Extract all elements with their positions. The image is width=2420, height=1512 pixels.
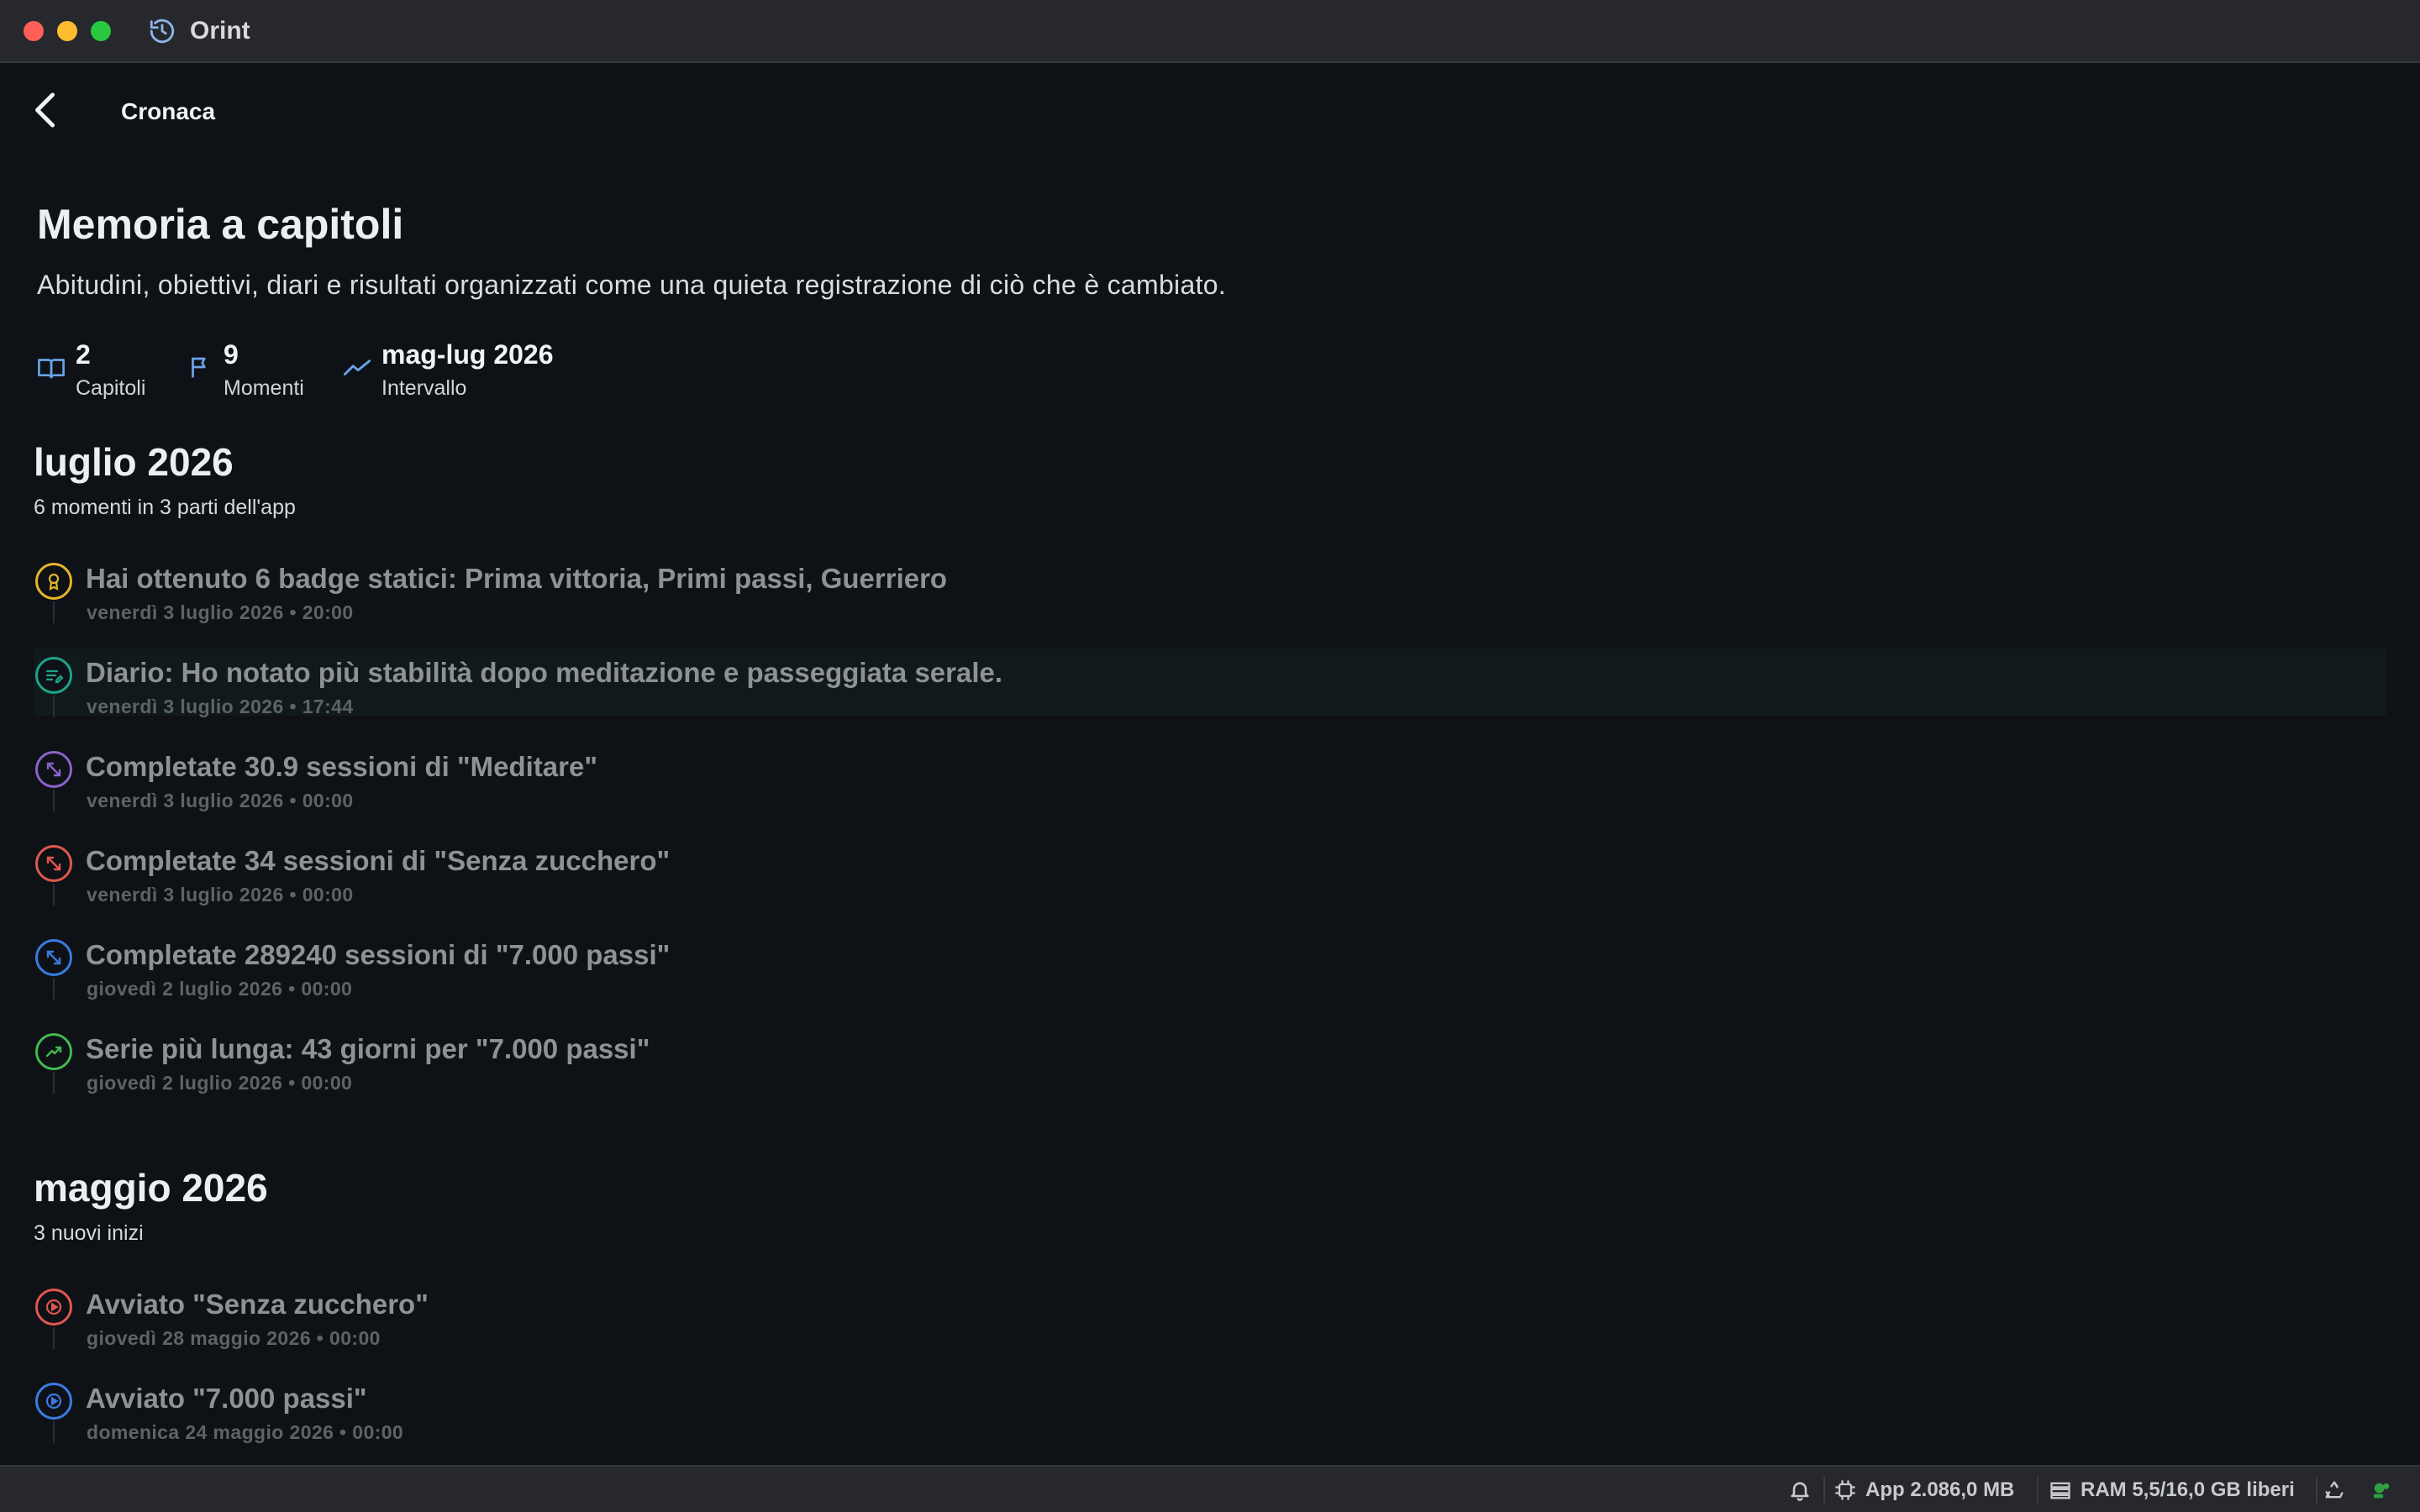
stat-label: Momenti (224, 376, 304, 400)
badge-icon (35, 563, 72, 600)
event-title: Completate 289240 sessioni di "7.000 pas… (86, 939, 671, 970)
timeline-connector (53, 978, 55, 1000)
month-title: maggio 2026 (34, 1166, 268, 1210)
page-title: Memoria a capitoli (37, 201, 404, 248)
month-subtitle: 3 nuovi inizi (34, 1221, 144, 1245)
event-title: Completate 30.9 sessioni di "Meditare" (86, 751, 597, 782)
flag-icon (192, 357, 206, 378)
history-icon (150, 18, 175, 44)
bell-icon[interactable] (1788, 1478, 1812, 1502)
timeline-event[interactable]: Completate 30.9 sessioni di "Meditare" v… (34, 743, 2386, 811)
event-title: Serie più lunga: 43 giorni per "7.000 pa… (86, 1033, 650, 1064)
expand-icon (35, 845, 72, 882)
divider (2316, 1477, 2317, 1504)
timeline-connector (53, 1327, 55, 1349)
event-date: venerdì 3 luglio 2026 • 20:00 (87, 601, 354, 623)
play-icon (35, 1383, 72, 1420)
recycle-icon[interactable] (2323, 1478, 2346, 1502)
expand-icon (35, 751, 72, 788)
event-date: giovedì 2 luglio 2026 • 00:00 (87, 1072, 353, 1094)
status-indicator-icon (2373, 1483, 2390, 1499)
journal-icon (35, 657, 72, 694)
stat-label: Intervallo (381, 376, 467, 400)
event-title: Hai ottenuto 6 badge statici: Prima vitt… (86, 563, 948, 594)
page-subtitle: Abitudini, obiettivi, diari e risultati … (37, 270, 1227, 300)
event-date: giovedì 2 luglio 2026 • 00:00 (87, 978, 353, 1000)
event-date: venerdì 3 luglio 2026 • 00:00 (87, 884, 354, 906)
timeline-connector (53, 696, 55, 717)
timeline-event[interactable]: Completate 289240 sessioni di "7.000 pas… (34, 931, 2386, 1000)
timeline-event[interactable]: Avviato "Senza zucchero" giovedì 28 magg… (34, 1280, 2386, 1349)
title-bar: Orint (0, 0, 2420, 63)
timeline-event[interactable]: Serie più lunga: 43 giorni per "7.000 pa… (34, 1025, 2386, 1094)
close-window-button[interactable] (24, 21, 44, 41)
timeline-event[interactable]: Diario: Ho notato più stabilità dopo med… (34, 648, 2386, 717)
timeline-connector (53, 790, 55, 811)
event-date: domenica 24 maggio 2026 • 00:00 (87, 1421, 404, 1443)
minimize-window-button[interactable] (57, 21, 77, 41)
app-title: Orint (190, 17, 250, 45)
stat-value: mag-lug 2026 (381, 339, 554, 370)
back-button[interactable] (30, 91, 64, 129)
event-date: venerdì 3 luglio 2026 • 17:44 (87, 696, 354, 717)
stat-value: 2 (76, 339, 91, 370)
timeline-event[interactable]: Hai ottenuto 6 badge statici: Prima vitt… (34, 554, 2386, 623)
maximize-window-button[interactable] (91, 21, 111, 41)
nav-title: Cronaca (121, 98, 216, 124)
app-memory-label: App 2.086,0 MB (1865, 1478, 2015, 1501)
stat-value: 9 (224, 339, 239, 370)
trend-icon (35, 1033, 72, 1070)
stat-label: Capitoli (76, 376, 146, 400)
timeline-event[interactable]: Completate 34 sessioni di "Senza zuccher… (34, 837, 2386, 906)
month-title: luglio 2026 (34, 440, 234, 484)
timeline-connector (53, 601, 55, 623)
event-title: Completate 34 sessioni di "Senza zuccher… (86, 845, 671, 876)
timeline-connector (53, 1421, 55, 1443)
event-title: Avviato "7.000 passi" (86, 1383, 367, 1414)
ram-label: RAM 5,5/16,0 GB liberi (2081, 1478, 2295, 1501)
memory-icon (2050, 1482, 2070, 1499)
event-date: giovedì 28 maggio 2026 • 00:00 (87, 1327, 381, 1349)
event-date: venerdì 3 luglio 2026 • 00:00 (87, 790, 354, 811)
event-title: Diario: Ho notato più stabilità dopo med… (86, 657, 1003, 688)
expand-icon (35, 939, 72, 976)
timeline-connector (53, 884, 55, 906)
timeline-event[interactable]: Avviato "7.000 passi" domenica 24 maggio… (34, 1374, 2386, 1443)
month-subtitle: 6 momenti in 3 parti dell'app (34, 496, 296, 519)
chip-icon (1835, 1480, 1855, 1500)
timeline-connector (53, 1072, 55, 1094)
event-title: Avviato "Senza zucchero" (86, 1289, 429, 1320)
play-icon (35, 1289, 72, 1326)
trend-icon (343, 360, 371, 375)
divider (2037, 1477, 2039, 1504)
divider (1823, 1477, 1825, 1504)
book-icon (38, 359, 65, 379)
status-bar: App 2.086,0 MB RAM 5,5/16,0 GB liberi (0, 1465, 2420, 1512)
